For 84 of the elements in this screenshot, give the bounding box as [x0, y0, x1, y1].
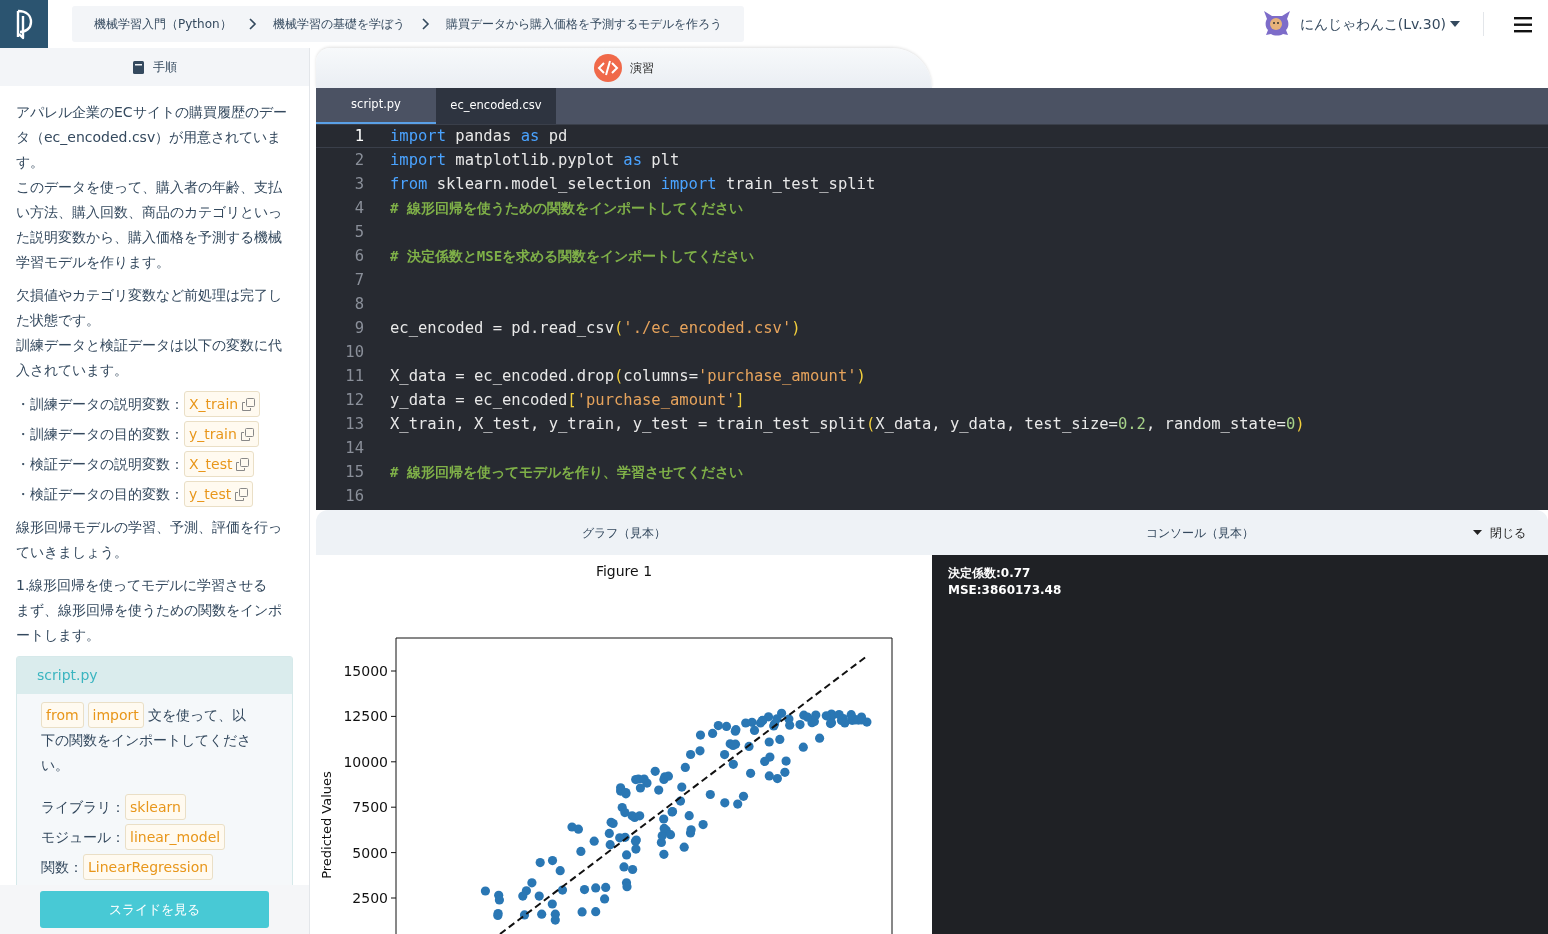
code-line: # 線形回帰を使ってモデルを作り、学習させてください	[390, 463, 743, 482]
breadcrumb-link[interactable]: 機械学習入門（Python）	[94, 15, 232, 33]
copy-icon[interactable]	[240, 427, 254, 441]
variable-label: ・訓練データの目的変数：	[16, 424, 184, 444]
line-number: 11	[344, 366, 364, 387]
code-line: ec_encoded = pd.read_csv('./ec_encoded.csv')	[390, 318, 801, 339]
line-number: 10	[344, 342, 364, 363]
graph-tab[interactable]: グラフ（見本）	[582, 525, 666, 540]
file-tab[interactable]: ec_encoded.csv	[436, 88, 556, 124]
tick-mark	[390, 670, 397, 672]
import-label: ライブラリ：	[41, 797, 125, 817]
instruction-text: 欠損値やカテゴリ変数など前処理は完了した状態です。	[16, 286, 283, 330]
line-number: 9	[353, 318, 364, 339]
code-chip: linear_model	[125, 824, 226, 850]
console-tab[interactable]: コンソール（見本）	[1145, 525, 1254, 540]
tick-mark	[390, 715, 397, 717]
caret-icon	[1450, 21, 1460, 27]
axis-label: Predicted Values	[319, 771, 334, 879]
chevron-right-icon	[420, 18, 430, 30]
breadcrumb-link[interactable]: 購買データから購入価格を予測するモデルを作ろう	[445, 15, 722, 33]
line-number: 2	[353, 150, 364, 171]
code-editor[interactable]	[316, 124, 1548, 510]
import-label: 関数：	[41, 857, 83, 877]
tick-mark	[390, 897, 397, 899]
line-number: 4	[353, 198, 364, 219]
tick-mark	[390, 806, 397, 808]
tick-label: 15000	[343, 663, 388, 679]
logo[interactable]	[0, 0, 48, 48]
tick-label: 10000	[343, 753, 388, 770]
line-number: 1	[353, 126, 364, 147]
line-number: 3	[353, 174, 364, 195]
copy-icon[interactable]	[235, 487, 249, 501]
chevron-right-icon	[247, 18, 257, 30]
copy-icon[interactable]	[242, 397, 256, 411]
code-chip: sklearn	[125, 794, 186, 820]
user-menu[interactable]: にんじゃわんこ(Lv.30)	[1298, 12, 1461, 36]
line-number: 14	[344, 438, 364, 459]
tick-label: 2500	[352, 890, 388, 906]
line-number: 5	[353, 222, 364, 243]
console-text: MSE:3860173.48	[948, 582, 1063, 599]
exercise-tab[interactable]: 演習	[316, 48, 932, 88]
instruction-text: アパレル企業のECサイトの購買履歴のデータ（ec_encoded.csv）が用意されています。	[16, 103, 288, 172]
instruction-text: 1.線形回帰を使ってモデルに学習させる	[16, 576, 269, 595]
code-line: from sklearn.model_selection import train_test_split	[390, 174, 876, 195]
code-icon	[594, 54, 622, 82]
caret-icon	[1473, 530, 1482, 535]
line-number: 13	[344, 414, 364, 435]
code-line: X_train, X_test, y_train, y_test = train_test_split(X_data, y_data, test_size=0.2, random_state=0)	[390, 414, 1305, 435]
code-line: # 決定係数とMSEを求める関数をインポートしてください	[390, 247, 755, 266]
tick-label: 7500	[352, 799, 388, 816]
book-icon	[132, 60, 145, 74]
console-text: 決定係数:0.77	[948, 565, 1032, 582]
code-line: # 線形回帰を使うための関数をインポートしてください	[390, 199, 743, 218]
line-number: 6	[353, 246, 364, 267]
code-line: import pandas as pd	[390, 126, 568, 147]
breadcrumb-link[interactable]: 機械学習の基礎を学ぼう	[272, 15, 405, 33]
line-number: 16	[344, 486, 364, 507]
steps-tab[interactable]: 手順	[0, 48, 309, 86]
variable-label: ・訓練データの説明変数：	[16, 394, 184, 414]
line-number: 15	[344, 462, 364, 483]
code-line: X_data = ec_encoded.drop(columns='purchase_amount')	[390, 366, 866, 387]
copy-icon[interactable]	[236, 457, 250, 471]
hint-title: script.py	[17, 657, 292, 694]
tick-mark	[390, 761, 397, 763]
menu-icon	[1514, 16, 1532, 33]
instruction-text: まず、線形回帰を使うための関数をインポートします。	[16, 601, 283, 645]
instruction-text: このデータを使って、購入者の年齢、支払い方法、購入回数、商品のカテゴリといった説明変数から、購入価格を予測する機械学習モデルを作ります。	[16, 178, 283, 272]
line-number: 8	[353, 294, 364, 315]
tick-label: 5000	[352, 844, 388, 861]
instruction-text: from import 文を使って、以下の関数をインポートしてください。	[41, 702, 252, 778]
line-number: 12	[344, 390, 364, 411]
variable-label: ・検証データの目的変数：	[16, 484, 184, 504]
tick-mark	[390, 852, 397, 854]
code-line: y_data = ec_encoded['purchase_amount']	[390, 390, 745, 411]
code-line: import matplotlib.pyplot as plt	[390, 150, 680, 171]
figure-title: Figure 1	[594, 562, 654, 581]
line-number: 7	[353, 270, 364, 291]
instruction-text: 訓練データと検証データは以下の変数に代入されています。	[16, 336, 283, 380]
close-toggle[interactable]: 閉じる	[1467, 522, 1532, 543]
code-chip: LinearRegression	[83, 854, 214, 880]
instruction-text: 線形回帰モデルの学習、予測、評価を行っていきましょう。	[16, 518, 283, 562]
tick-label: 12500	[343, 708, 388, 725]
variable-label: ・検証データの説明変数：	[16, 454, 184, 474]
import-label: モジュール：	[41, 827, 125, 847]
